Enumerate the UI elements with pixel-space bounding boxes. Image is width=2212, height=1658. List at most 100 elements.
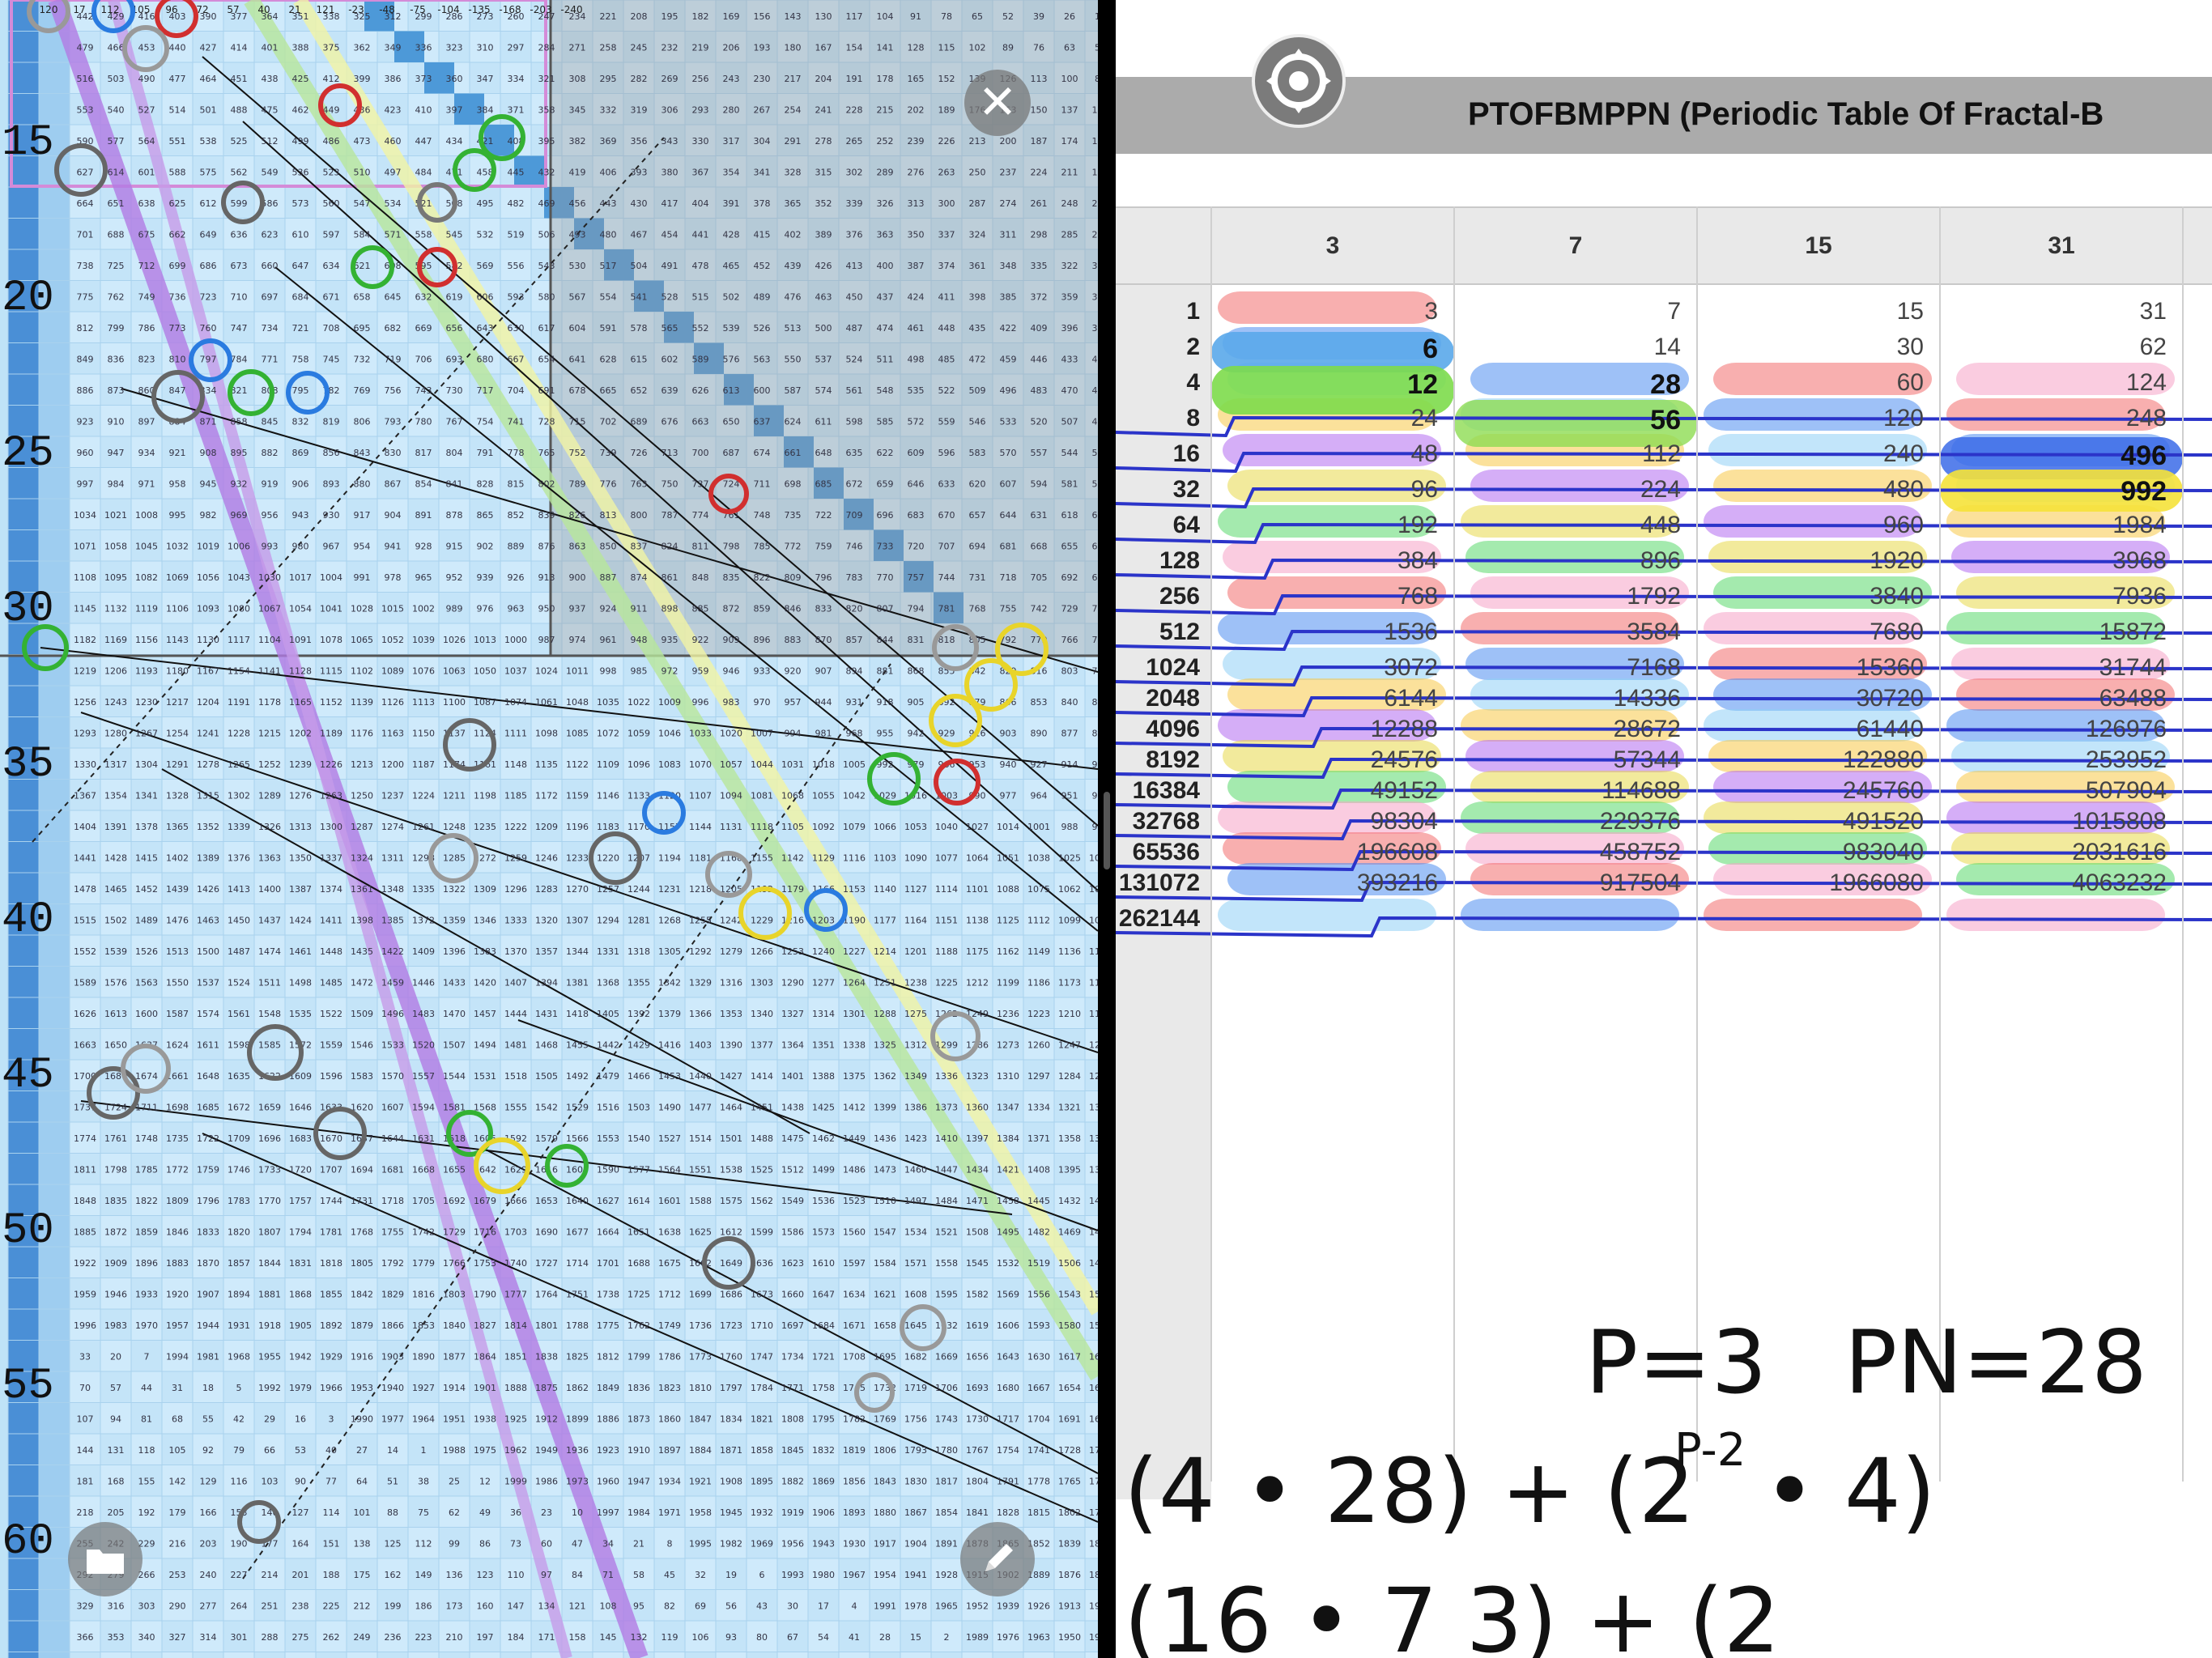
table-cell[interactable]: 3968 [1948,547,2167,575]
table-cell[interactable]: 49152 [1219,777,1438,805]
table-cell[interactable]: 6144 [1219,685,1438,712]
table-cell[interactable]: 61440 [1705,716,1924,743]
table-cell[interactable]: 1966080 [1705,869,1924,897]
table-cell[interactable]: 4063232 [1948,869,2167,897]
table-cell[interactable]: 224 [1462,476,1681,504]
row-header[interactable]: 16384 [1116,777,1211,805]
edit-button[interactable] [960,1522,1035,1596]
table-cell[interactable]: 31 [1948,298,2167,325]
table-cell[interactable]: 248 [1948,405,2167,432]
table-cell[interactable]: 393216 [1219,869,1438,897]
row-header[interactable]: 2 [1116,334,1211,361]
table-cell[interactable]: 3840 [1705,583,1924,610]
table-cell[interactable]: 384 [1219,547,1438,575]
table-cell[interactable]: 31744 [1948,654,2167,682]
table-cell[interactable]: 7936 [1948,583,2167,610]
table-cell[interactable]: 480 [1705,476,1924,504]
table-cell[interactable]: 56 [1462,405,1681,436]
table-cell[interactable]: 992 [1948,476,2167,508]
table-cell[interactable]: 896 [1462,547,1681,575]
table-cell[interactable]: 15872 [1948,619,2167,646]
table-cell[interactable]: 448 [1462,512,1681,539]
table-cell[interactable]: 196608 [1219,839,1438,866]
folder-button[interactable] [68,1522,143,1596]
table-cell[interactable]: 1792 [1462,583,1681,610]
row-header[interactable]: 262144 [1116,905,1211,933]
table-cell[interactable]: 120 [1705,405,1924,432]
row-header[interactable]: 2048 [1116,685,1211,712]
table-cell[interactable]: 57344 [1462,746,1681,774]
table-cell[interactable]: 7680 [1705,619,1924,646]
split-view-handle[interactable] [1104,792,1110,869]
table-cell[interactable]: 1015808 [1948,808,2167,835]
table-cell[interactable]: 62 [1948,334,2167,361]
table-cell[interactable]: 6 [1219,334,1438,365]
number-grid-pane[interactable]: 442 429 416 403 390 377 364 351 338 325 312 299 286 2… [0,0,1098,1658]
table-cell[interactable]: 96 [1219,476,1438,504]
table-cell[interactable]: 1984 [1948,512,2167,539]
row-header[interactable]: 128 [1116,547,1211,575]
table-cell[interactable]: 229376 [1462,808,1681,835]
table-cell[interactable]: 7 [1462,298,1681,325]
table-cell[interactable]: 14 [1462,334,1681,361]
table-cell[interactable]: 7168 [1462,654,1681,682]
table-cell[interactable]: 240 [1705,440,1924,468]
table-cell[interactable]: 768 [1219,583,1438,610]
table-cell[interactable]: 30720 [1705,685,1924,712]
table-cell[interactable]: 3072 [1219,654,1438,682]
table-cell[interactable]: 24 [1219,405,1438,432]
table-cell[interactable]: 98304 [1219,808,1438,835]
row-header[interactable]: 512 [1116,619,1211,646]
table-cell[interactable]: 253952 [1948,746,2167,774]
table-cell[interactable]: 12 [1219,369,1438,401]
row-header[interactable]: 64 [1116,512,1211,539]
grid-number: 1445 [1027,1196,1050,1206]
table-cell[interactable]: 48 [1219,440,1438,468]
table-cell[interactable]: 960 [1705,512,1924,539]
row-header[interactable]: 8 [1116,405,1211,432]
table-cell[interactable]: 124 [1948,369,2167,397]
row-header[interactable]: 65536 [1116,839,1211,866]
table-cell[interactable]: 15360 [1705,654,1924,682]
table-cell[interactable]: 30 [1705,334,1924,361]
row-header[interactable]: 256 [1116,583,1211,610]
table-cell[interactable]: 1920 [1705,547,1924,575]
table-cell[interactable]: 507904 [1948,777,2167,805]
table-cell[interactable]: 60 [1705,369,1924,397]
table-cell[interactable]: 14336 [1462,685,1681,712]
table-cell[interactable]: 2031616 [1948,839,2167,866]
table-cell[interactable]: 3 [1219,298,1438,325]
table-cell[interactable]: 983040 [1705,839,1924,866]
row-header[interactable]: 16 [1116,440,1211,468]
table-cell[interactable]: 126976 [1948,716,2167,743]
table-cell[interactable]: 28672 [1462,716,1681,743]
table-cell[interactable]: 28 [1462,369,1681,401]
row-header[interactable]: 131072 [1116,869,1211,897]
table-cell[interactable]: 3584 [1462,619,1681,646]
table-cell[interactable]: 496 [1948,440,2167,472]
row-header[interactable]: 32 [1116,476,1211,504]
number-grid-canvas[interactable]: 442 429 416 403 390 377 364 351 338 325 312 299 286 2… [0,0,1098,1658]
table-cell[interactable]: 458752 [1462,839,1681,866]
move-button[interactable] [1252,34,1346,128]
close-button[interactable]: ✕ [964,70,1031,136]
table-cell[interactable]: 12288 [1219,716,1438,743]
row-header[interactable]: 32768 [1116,808,1211,835]
table-cell[interactable]: 24576 [1219,746,1438,774]
spreadsheet-pane[interactable]: PTOFBMPPN (Periodic Table Of Fractal-B 3… [1116,0,2212,1658]
table-cell[interactable]: 1536 [1219,619,1438,646]
table-cell[interactable]: 122880 [1705,746,1924,774]
table-cell[interactable]: 112 [1462,440,1681,468]
table-cell[interactable]: 192 [1219,512,1438,539]
table-cell[interactable]: 15 [1705,298,1924,325]
row-header[interactable]: 4096 [1116,716,1211,743]
table-cell[interactable]: 917504 [1462,869,1681,897]
row-header[interactable]: 4 [1116,369,1211,397]
row-header[interactable]: 8192 [1116,746,1211,774]
table-cell[interactable]: 114688 [1462,777,1681,805]
row-header[interactable]: 1 [1116,298,1211,325]
table-cell[interactable]: 491520 [1705,808,1924,835]
table-cell[interactable]: 245760 [1705,777,1924,805]
row-header[interactable]: 1024 [1116,654,1211,682]
table-cell[interactable]: 63488 [1948,685,2167,712]
